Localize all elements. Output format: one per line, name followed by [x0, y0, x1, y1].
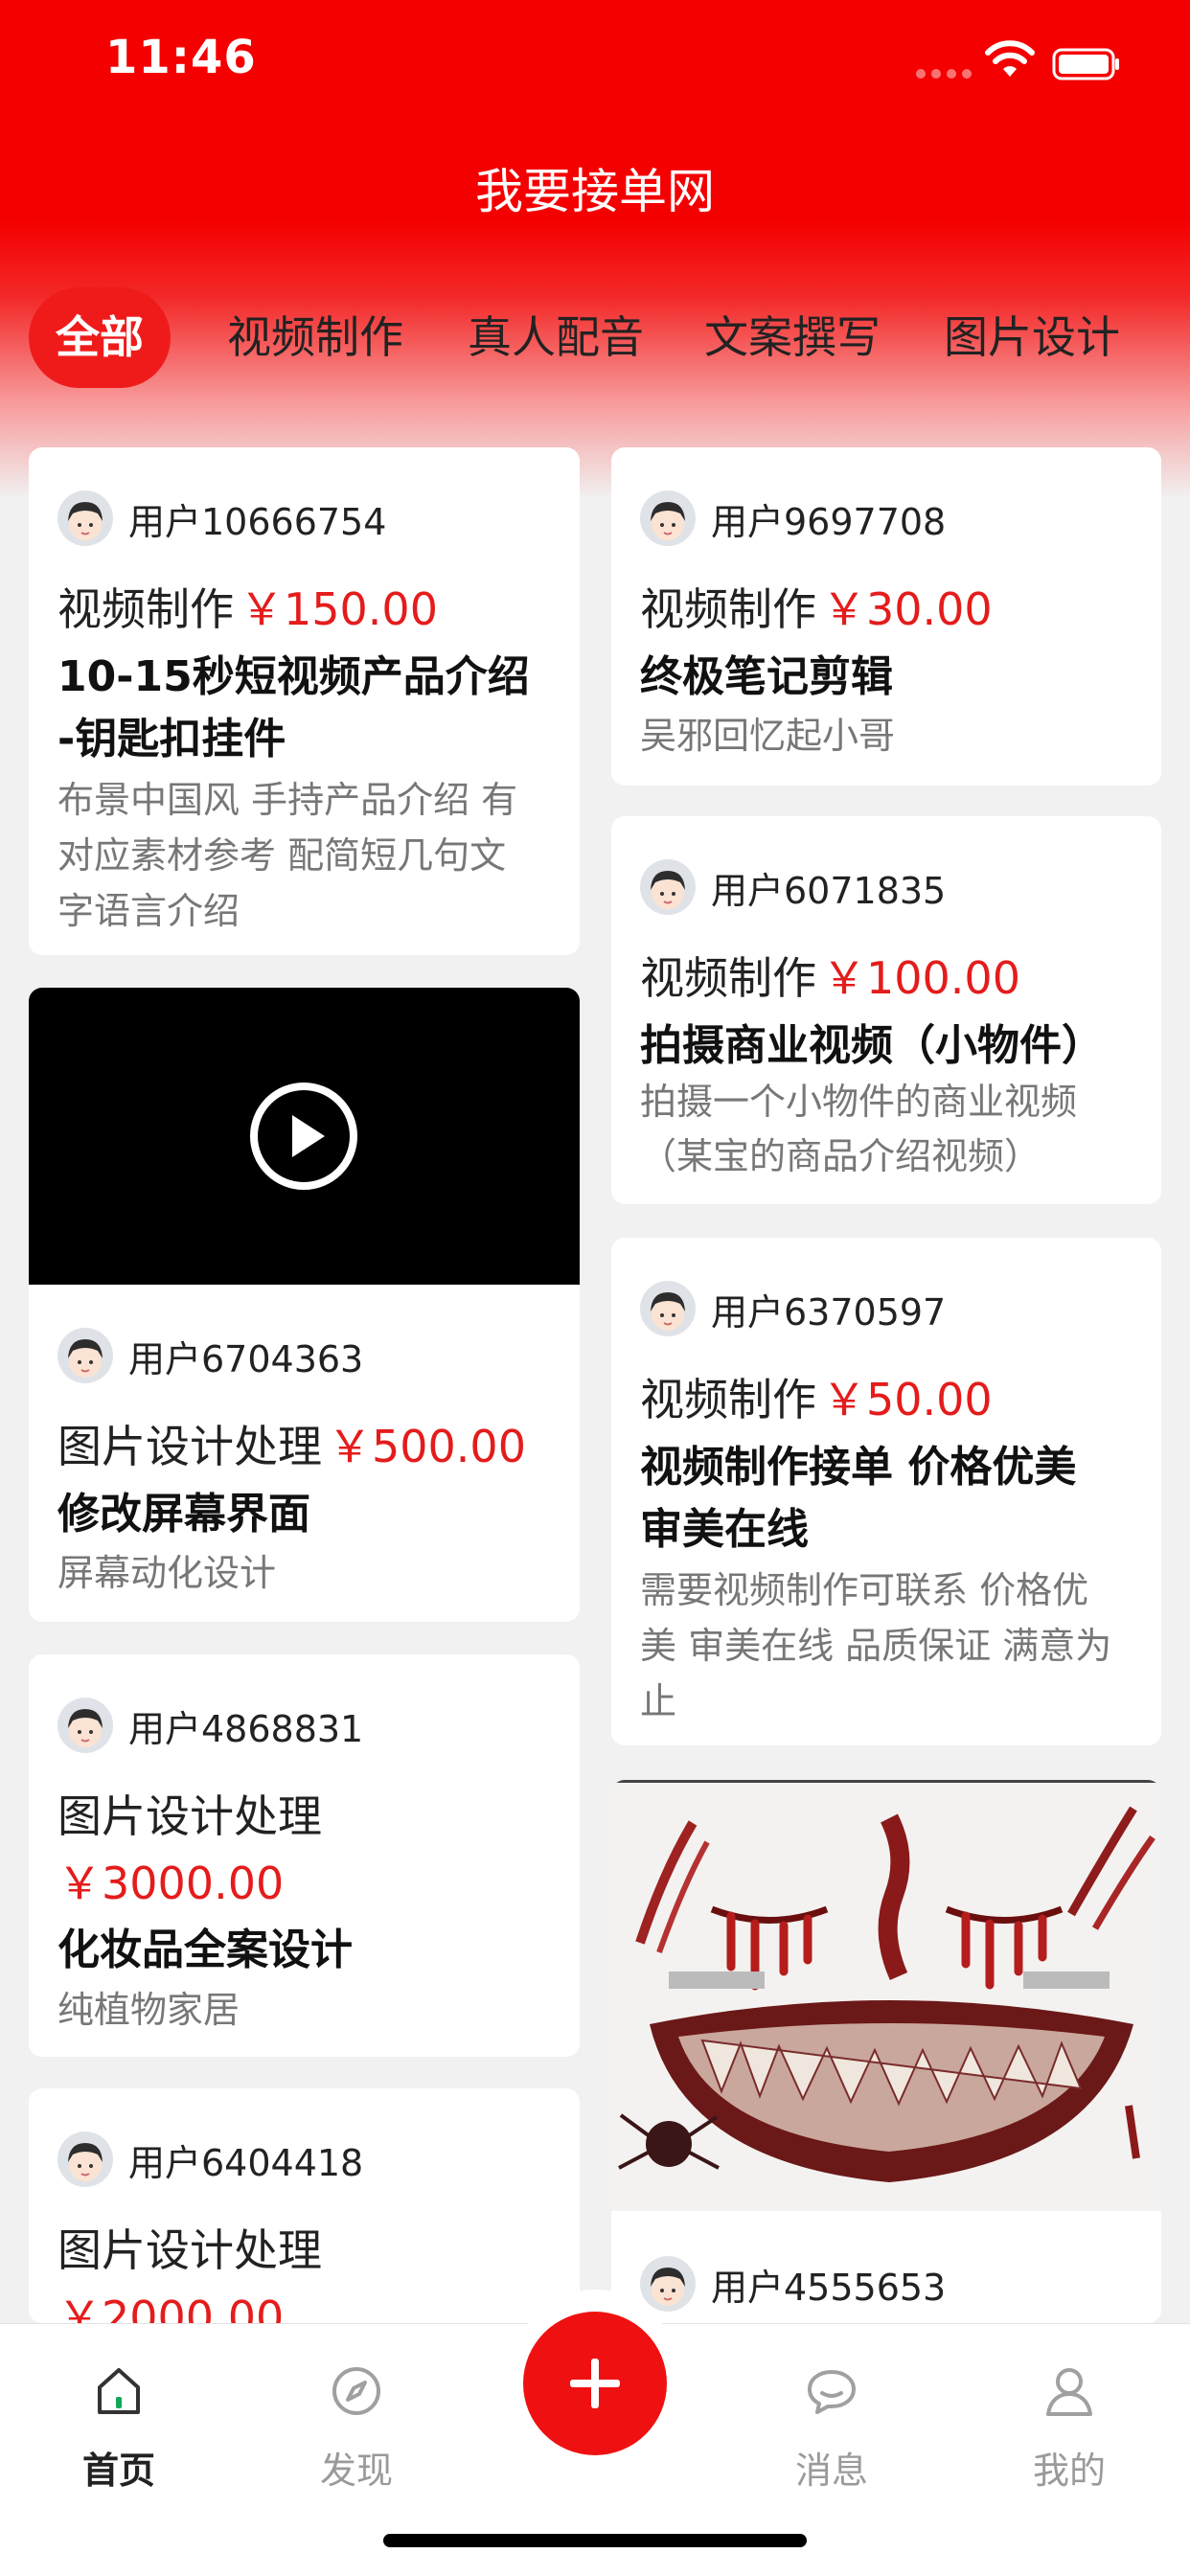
avatar [57, 2131, 113, 2187]
user-name: 用户6370597 [711, 1291, 947, 1334]
avatar [640, 490, 696, 546]
avatar [640, 1281, 696, 1336]
nav-profile-label: 我的 [1032, 2450, 1106, 2492]
post-card[interactable]: 用户6704363 图片设计处理 ￥500.00 修改屏幕界面 屏幕动化设计 [29, 988, 580, 1622]
post-title: 修改屏幕界面 [57, 1490, 310, 1539]
nav-messages[interactable]: 消息 [760, 2345, 904, 2498]
post-title: 化妆品全案设计 [57, 1926, 353, 1974]
post-title: -钥匙扣挂件 [57, 715, 286, 764]
tab-image-design[interactable]: 图片设计 [944, 287, 1120, 388]
wifi-icon [985, 40, 1035, 77]
post-description: 需要视频制作可联系 价格优 [640, 1569, 1089, 1611]
avatar [57, 490, 113, 546]
home-indicator [383, 2534, 807, 2547]
avatar [57, 1328, 113, 1383]
battery-icon [1052, 48, 1119, 80]
post-title: 10-15秒短视频产品介绍 [57, 652, 530, 701]
avatar [640, 2256, 696, 2312]
post-category: 视频制作 [640, 583, 816, 635]
user-name: 用户6071835 [711, 870, 947, 912]
signal-icon [916, 69, 973, 80]
post-price: ￥3000.00 [57, 1858, 285, 1909]
post-price: ￥500.00 [328, 1421, 526, 1472]
nav-messages-label: 消息 [794, 2450, 868, 2492]
post-description: 屏幕动化设计 [57, 1552, 277, 1594]
tab-all[interactable]: 全部 [29, 287, 171, 388]
add-post-button[interactable] [523, 2312, 667, 2455]
chat-bubble-icon [808, 2370, 856, 2414]
category-price-line: 图片设计处理 ￥500.00 [57, 1412, 526, 1475]
post-description: （某宝的商品介绍视频） [640, 1135, 1041, 1177]
tab-copywriting[interactable]: 文案撰写 [704, 287, 881, 388]
post-title: 终极笔记剪辑 [640, 652, 893, 701]
post-price: ￥150.00 [240, 583, 438, 635]
nav-home-label: 首页 [81, 2450, 155, 2492]
compass-icon [332, 2367, 380, 2415]
play-icon[interactable] [248, 1081, 359, 1192]
post-category: 视频制作 [640, 1374, 816, 1425]
nav-discover[interactable]: 发现 [285, 2345, 428, 2498]
post-category: 图片设计处理 [57, 2224, 322, 2276]
post-card[interactable]: 用户4868831 图片设计处理 ￥3000.00 化妆品全案设计 纯植物家居 [29, 1654, 580, 2057]
user-name: 用户4868831 [128, 1708, 364, 1750]
post-card[interactable]: 用户9697708 视频制作 ￥30.00 终极笔记剪辑 吴邪回忆起小哥 [611, 447, 1161, 786]
page-title: 我要接单网 [475, 164, 715, 219]
status-time: 11:46 [105, 31, 257, 84]
nav-discover-label: 发现 [319, 2450, 393, 2492]
tab-video-production[interactable]: 视频制作 [227, 287, 403, 388]
category-price-line: 视频制作 ￥50.00 [640, 1365, 993, 1428]
post-title: 视频制作接单 价格优美 [640, 1443, 1077, 1492]
post-card[interactable]: 用户6370597 视频制作 ￥50.00 视频制作接单 价格优美 审美在线 需要… [611, 1238, 1161, 1745]
person-icon [1046, 2368, 1092, 2416]
post-description: 止 [640, 1680, 677, 1722]
category-tabs: 全部 视频制作 真人配音 文案撰写 图片设计 [0, 287, 1190, 388]
post-category: 视频制作 [57, 583, 234, 635]
tab-voice-over[interactable]: 真人配音 [468, 287, 644, 388]
post-description: 字语言介绍 [57, 890, 240, 932]
post-description: 吴邪回忆起小哥 [640, 715, 896, 757]
post-description: 美 审美在线 品质保证 满意为 [640, 1625, 1112, 1667]
category-price-line: 视频制作 ￥100.00 [640, 944, 1020, 1007]
post-description: 纯植物家居 [57, 1989, 240, 2031]
avatar [57, 1698, 113, 1753]
post-description: 布景中国风 手持产品介绍 有 [57, 779, 518, 821]
user-name: 用户9697708 [711, 501, 947, 543]
user-name: 用户4555653 [711, 2267, 947, 2309]
category-price-line: 视频制作 ￥150.00 [57, 575, 438, 638]
user-name: 用户6704363 [128, 1338, 364, 1380]
plus-icon [570, 2359, 620, 2408]
post-price: ￥2000.00 [57, 2291, 285, 2323]
post-title: 审美在线 [640, 1505, 809, 1554]
avatar [640, 859, 696, 915]
nav-home[interactable]: 首页 [47, 2345, 191, 2498]
post-category: 图片设计处理 [57, 1790, 322, 1842]
post-price: ￥50.00 [822, 1374, 993, 1425]
post-card[interactable]: 用户4555653 [611, 1780, 1161, 2323]
status-bar: 11:46 [0, 0, 1190, 125]
post-price: ￥100.00 [822, 952, 1020, 1004]
post-description: 对应素材参考 配简短几句文 [57, 834, 507, 877]
post-title: 拍摄商业视频（小物件） [640, 1021, 1104, 1070]
nav-profile[interactable]: 我的 [997, 2345, 1141, 2498]
post-card[interactable]: 用户10666754 视频制作 ￥150.00 10-15秒短视频产品介绍 -钥匙… [29, 447, 580, 955]
post-card[interactable]: 用户6071835 视频制作 ￥100.00 拍摄商业视频（小物件） 拍摄一个小物… [611, 816, 1161, 1204]
post-category: 图片设计处理 [57, 1421, 322, 1472]
category-price-line: 视频制作 ￥30.00 [640, 575, 993, 638]
video-thumbnail[interactable] [29, 988, 580, 1285]
post-image[interactable] [611, 1780, 1161, 2211]
post-category: 视频制作 [640, 952, 816, 1004]
post-description: 拍摄一个小物件的商业视频 [640, 1081, 1078, 1123]
home-icon [98, 2368, 140, 2414]
post-card[interactable]: 用户6404418 图片设计处理 ￥2000.00 [29, 2088, 580, 2323]
post-price: ￥30.00 [822, 583, 993, 635]
user-name: 用户6404418 [128, 2142, 364, 2184]
user-name: 用户10666754 [128, 501, 387, 543]
